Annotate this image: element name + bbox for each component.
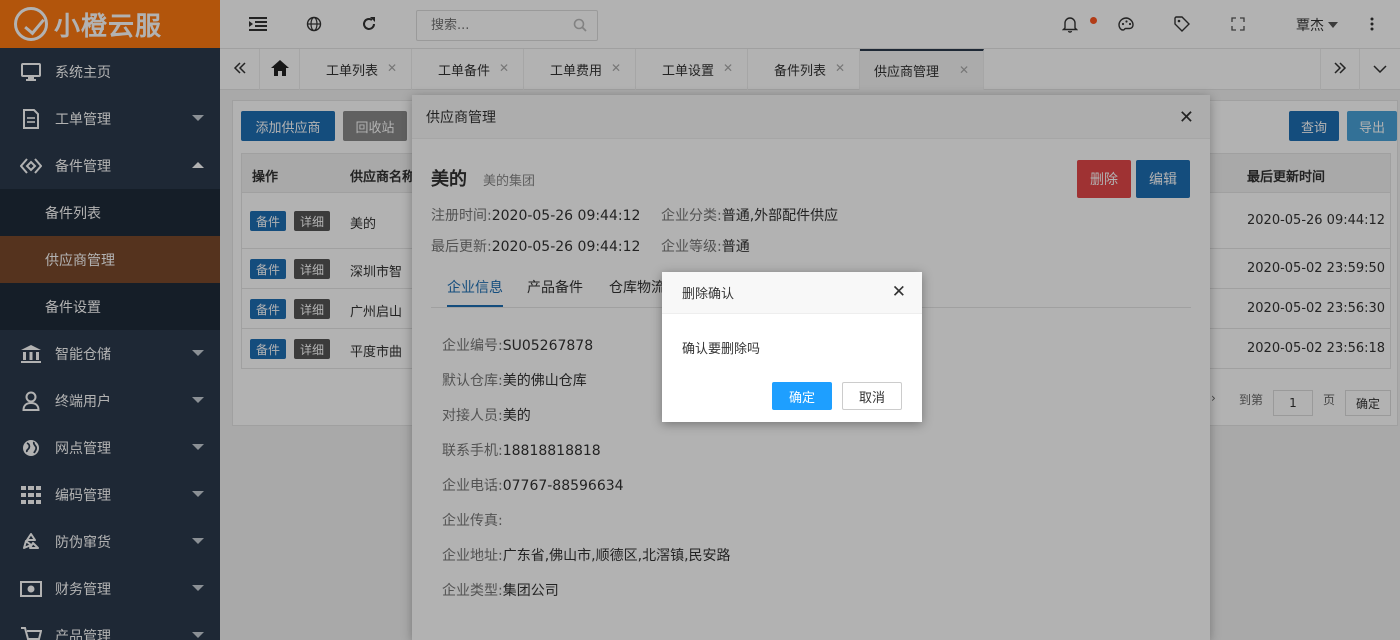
close-icon[interactable]: ✕ [892, 282, 906, 302]
confirm-button[interactable]: 确定 [772, 382, 832, 410]
dialog-title: 删除确认 [662, 272, 922, 314]
cancel-button[interactable]: 取消 [842, 382, 902, 410]
dialog-message: 确认要删除吗 [682, 342, 761, 357]
delete-confirm-dialog: 删除确认 ✕ 确认要删除吗 确定 取消 [662, 272, 922, 422]
app-root: 小橙云服 系统主页 工单管理 备件管理 备件列表 供应商管理 备件设置 智能仓储… [0, 0, 1400, 640]
